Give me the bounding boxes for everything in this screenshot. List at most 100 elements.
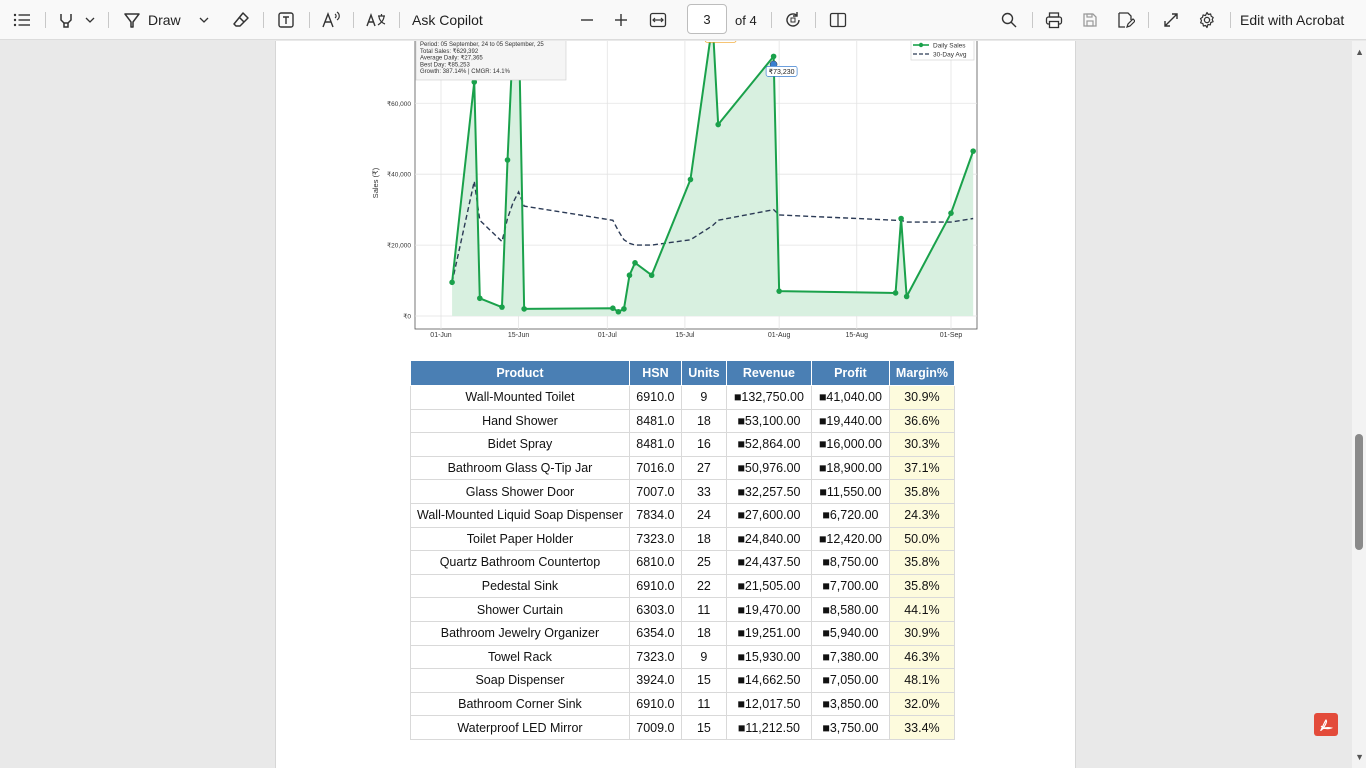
cell-units: 11 bbox=[680, 691, 727, 717]
data-point bbox=[626, 272, 633, 279]
y-axis-label: Sales (₹) bbox=[371, 167, 380, 198]
cell-units: 15 bbox=[680, 715, 727, 740]
cell-margin: 33.4% bbox=[888, 715, 956, 740]
read-aloud-icon[interactable] bbox=[319, 0, 343, 40]
table-row: Bathroom Glass Q-Tip Jar 7016.0 27 ■50,976.… bbox=[410, 455, 956, 481]
cell-units: 9 bbox=[680, 385, 727, 410]
page-view-icon[interactable] bbox=[826, 0, 850, 40]
cell-margin: 46.3% bbox=[888, 644, 956, 670]
x-tick-label: 01-Jul bbox=[598, 332, 618, 339]
expand-icon[interactable] bbox=[1159, 0, 1183, 40]
toolbar-divider bbox=[399, 12, 400, 28]
acrobat-logo-icon[interactable] bbox=[1314, 713, 1338, 736]
header-units: Units bbox=[680, 360, 727, 386]
header-revenue: Revenue bbox=[725, 360, 812, 386]
y-tick-label: ₹20,000 bbox=[387, 242, 411, 250]
data-point bbox=[521, 306, 527, 312]
cell-revenue: ■24,437.50 bbox=[725, 550, 812, 575]
peak-label: ₹82,837 bbox=[708, 41, 734, 42]
cell-margin: 35.8% bbox=[888, 573, 956, 599]
table-row: Wall-Mounted Toilet 6910.0 9 ■132,750.00 ■41… bbox=[410, 385, 956, 410]
cell-revenue: ■19,251.00 bbox=[725, 620, 812, 646]
contents-list-icon[interactable] bbox=[10, 0, 34, 40]
cell-units: 33 bbox=[680, 479, 727, 504]
toolbar-divider bbox=[353, 12, 354, 28]
cell-units: 25 bbox=[680, 550, 727, 575]
cell-product: Wall-Mounted Liquid Soap Dispenser bbox=[410, 502, 630, 528]
translate-icon[interactable] bbox=[364, 0, 388, 40]
summary-line: Period: 05 September, 24 to 05 September… bbox=[420, 42, 544, 48]
eraser-icon[interactable] bbox=[229, 0, 253, 40]
chevron-down-icon[interactable] bbox=[82, 0, 98, 40]
chevron-down-icon[interactable] bbox=[196, 0, 212, 40]
cell-hsn: 7323.0 bbox=[628, 644, 682, 670]
data-point bbox=[449, 279, 455, 286]
draw-pen-icon[interactable] bbox=[120, 0, 144, 40]
cell-revenue: ■52,864.00 bbox=[725, 432, 812, 457]
cell-units: 11 bbox=[680, 597, 727, 622]
legend-label-avg: 30-Day Avg bbox=[933, 52, 967, 59]
table-row: Bathroom Jewelry Organizer 6354.0 18 ■19,25… bbox=[410, 620, 956, 646]
table-row: Hand Shower 8481.0 18 ■53,100.00 ■19,440.00 3… bbox=[410, 408, 956, 434]
save-icon[interactable] bbox=[1078, 0, 1102, 40]
cell-profit: ■7,050.00 bbox=[810, 668, 890, 693]
data-point bbox=[621, 306, 627, 312]
cell-margin: 36.6% bbox=[888, 408, 956, 434]
data-point bbox=[892, 290, 899, 296]
table-row: Toilet Paper Holder 7323.0 18 ■24,840.00 ■12… bbox=[410, 526, 956, 552]
data-point bbox=[770, 53, 777, 60]
edit-with-acrobat-button[interactable]: Edit with Acrobat bbox=[1240, 0, 1358, 40]
data-point bbox=[610, 305, 616, 312]
cell-revenue: ■32,257.50 bbox=[725, 479, 812, 504]
cell-profit: ■7,380.00 bbox=[810, 644, 890, 670]
legend-swatch-daily-dot bbox=[918, 42, 924, 48]
page-number-input[interactable]: 3 bbox=[687, 4, 727, 34]
scroll-down-arrow-icon[interactable]: ▼ bbox=[1355, 752, 1364, 762]
cell-margin: 30.3% bbox=[888, 432, 956, 457]
text-box-icon[interactable] bbox=[274, 0, 298, 40]
cell-margin: 35.8% bbox=[888, 550, 956, 575]
y-tick-label: ₹0 bbox=[403, 313, 411, 321]
table-header-row: Product HSN Units Revenue Profit Margin% bbox=[410, 360, 956, 386]
cell-units: 18 bbox=[680, 408, 727, 434]
cell-margin: 30.9% bbox=[888, 620, 956, 646]
save-as-icon[interactable] bbox=[1114, 0, 1138, 40]
cell-profit: ■41,040.00 bbox=[810, 385, 890, 410]
cell-profit: ■18,900.00 bbox=[810, 455, 890, 481]
cell-hsn: 7016.0 bbox=[628, 455, 682, 481]
summary-line: Growth: 387.14% | CMGR: 14.1% bbox=[420, 69, 511, 75]
scroll-up-arrow-icon[interactable]: ▲ bbox=[1355, 47, 1364, 57]
header-hsn: HSN bbox=[628, 360, 682, 386]
cell-units: 24 bbox=[680, 502, 727, 528]
cell-hsn: 6303.0 bbox=[628, 597, 682, 622]
zoom-in-icon[interactable] bbox=[609, 0, 633, 40]
summary-line: Best Day: ₹85,253 bbox=[420, 61, 471, 68]
ask-copilot-button[interactable]: Ask Copilot bbox=[412, 0, 502, 40]
scrollbar-thumb[interactable] bbox=[1355, 434, 1363, 550]
product-table: Product HSN Units Revenue Profit Margin%… bbox=[410, 360, 956, 740]
highlight-pen-icon[interactable] bbox=[54, 0, 78, 40]
cell-hsn: 6910.0 bbox=[628, 385, 682, 410]
cell-profit: ■19,440.00 bbox=[810, 408, 890, 434]
search-icon[interactable] bbox=[997, 0, 1021, 40]
cell-revenue: ■21,505.00 bbox=[725, 573, 812, 599]
cell-product: Pedestal Sink bbox=[410, 573, 630, 599]
x-tick-label: 15-Jul bbox=[675, 332, 695, 339]
vertical-scrollbar[interactable]: ▲ ▼ bbox=[1352, 41, 1366, 768]
data-point bbox=[948, 210, 954, 216]
fit-width-icon[interactable] bbox=[646, 0, 670, 40]
cell-hsn: 7007.0 bbox=[628, 479, 682, 504]
draw-label[interactable]: Draw bbox=[148, 0, 190, 40]
cell-profit: ■3,750.00 bbox=[810, 715, 890, 740]
toolbar-divider bbox=[771, 12, 772, 28]
cell-profit: ■5,940.00 bbox=[810, 620, 890, 646]
cell-margin: 50.0% bbox=[888, 526, 956, 552]
cell-product: Quartz Bathroom Countertop bbox=[410, 550, 630, 575]
summary-line: Total Sales: ₹629,392 bbox=[420, 48, 479, 55]
zoom-out-icon[interactable] bbox=[575, 0, 599, 40]
print-icon[interactable] bbox=[1042, 0, 1066, 40]
data-point bbox=[776, 288, 782, 294]
settings-gear-icon[interactable] bbox=[1195, 0, 1219, 40]
document-viewport[interactable]: 01-Jun 15-Jun 01-Jul 15-Jul 01-Aug 15-Aug 01-S… bbox=[0, 41, 1366, 768]
rotate-icon[interactable] bbox=[781, 0, 805, 40]
